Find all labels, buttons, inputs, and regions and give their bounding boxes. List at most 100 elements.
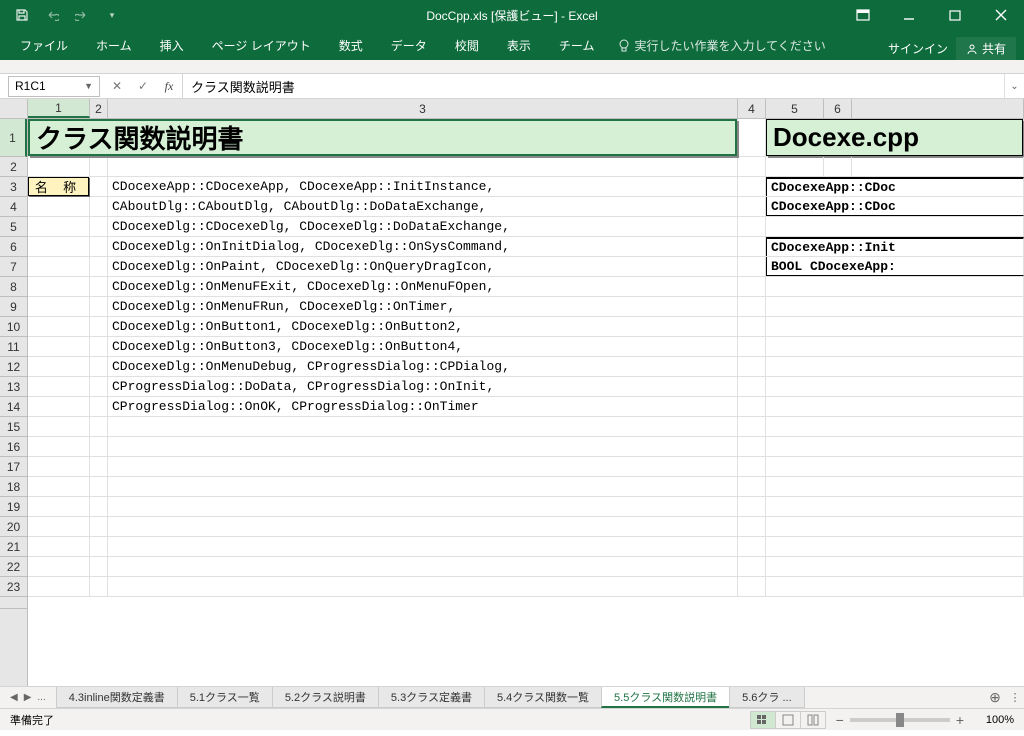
cell[interactable] — [28, 517, 90, 536]
right-content-cell[interactable]: CDocexeApp::Init — [766, 237, 1024, 256]
function-list-cell[interactable] — [108, 457, 738, 476]
tab-file[interactable]: ファイル — [6, 31, 82, 60]
right-content-cell[interactable] — [766, 217, 1024, 236]
column-header[interactable]: 2 — [90, 99, 108, 118]
cell[interactable] — [738, 457, 766, 476]
cell[interactable] — [852, 157, 1024, 176]
normal-view-button[interactable] — [750, 711, 776, 729]
tab-page-layout[interactable]: ページ レイアウト — [198, 31, 325, 60]
right-content-cell[interactable]: CDocexeApp::CDoc — [766, 197, 1024, 216]
right-content-cell[interactable] — [766, 557, 1024, 576]
right-content-cell[interactable] — [766, 477, 1024, 496]
qat-customize-button[interactable]: ▾ — [98, 3, 126, 27]
tab-review[interactable]: 校閲 — [441, 31, 493, 60]
row-header[interactable]: 21 — [0, 537, 27, 557]
sheet-tab[interactable]: 5.5クラス関数説明書 — [601, 687, 730, 708]
cell[interactable] — [28, 257, 90, 276]
cell[interactable] — [738, 397, 766, 416]
cell[interactable] — [28, 557, 90, 576]
tab-home[interactable]: ホーム — [82, 31, 146, 60]
sheet-tab[interactable]: 5.1クラス一覧 — [177, 687, 273, 708]
cell[interactable] — [28, 417, 90, 436]
cell[interactable] — [28, 377, 90, 396]
cell[interactable] — [90, 397, 108, 416]
cell[interactable] — [90, 357, 108, 376]
row-header[interactable]: 15 — [0, 417, 27, 437]
cell[interactable] — [738, 517, 766, 536]
cell[interactable] — [28, 157, 90, 176]
cell[interactable] — [108, 157, 738, 176]
cell[interactable] — [738, 537, 766, 556]
sheet-tab[interactable]: 5.6クラ ... — [729, 687, 805, 708]
cell[interactable] — [738, 277, 766, 296]
cell[interactable] — [90, 297, 108, 316]
cell[interactable] — [28, 437, 90, 456]
tab-team[interactable]: チーム — [545, 31, 609, 60]
cell[interactable] — [90, 177, 108, 196]
right-content-cell[interactable] — [766, 397, 1024, 416]
right-content-cell[interactable] — [766, 517, 1024, 536]
row-header[interactable]: 19 — [0, 497, 27, 517]
cell[interactable] — [90, 557, 108, 576]
cell[interactable] — [90, 537, 108, 556]
cell[interactable] — [28, 337, 90, 356]
row-header[interactable]: 22 — [0, 557, 27, 577]
right-content-cell[interactable]: CDocexeApp::CDoc — [766, 177, 1024, 196]
cell[interactable] — [28, 497, 90, 516]
sheet-nav-more[interactable]: ... — [35, 692, 47, 703]
cell[interactable] — [738, 177, 766, 196]
minimize-button[interactable] — [886, 0, 932, 30]
cell[interactable] — [738, 317, 766, 336]
zoom-slider[interactable] — [850, 718, 950, 722]
right-content-cell[interactable] — [766, 497, 1024, 516]
cell[interactable] — [90, 417, 108, 436]
cell[interactable] — [28, 277, 90, 296]
close-button[interactable] — [978, 0, 1024, 30]
function-list-cell[interactable] — [108, 477, 738, 496]
function-list-cell[interactable] — [108, 497, 738, 516]
function-list-cell[interactable]: CDocexeDlg::OnMenuDebug, CProgressDialog… — [108, 357, 738, 376]
right-content-cell[interactable] — [766, 457, 1024, 476]
function-list-cell[interactable] — [108, 517, 738, 536]
right-title-cell[interactable]: Docexe.cpp — [766, 119, 1024, 156]
zoom-level[interactable]: 100% — [970, 714, 1014, 726]
maximize-button[interactable] — [932, 0, 978, 30]
cell[interactable] — [738, 297, 766, 316]
row-header[interactable]: 20 — [0, 517, 27, 537]
function-list-cell[interactable]: CProgressDialog::DoData, CProgressDialog… — [108, 377, 738, 396]
redo-button[interactable] — [68, 3, 96, 27]
share-button[interactable]: 共有 — [956, 37, 1016, 60]
formula-input[interactable]: クラス関数説明書 — [183, 77, 1004, 96]
cell[interactable] — [28, 237, 90, 256]
function-list-cell[interactable]: CDocexeDlg::OnMenuFRun, CDocexeDlg::OnTi… — [108, 297, 738, 316]
save-button[interactable] — [8, 3, 36, 27]
sheet-tab[interactable]: 5.3クラス定義書 — [378, 687, 485, 708]
enter-formula-button[interactable]: ✓ — [130, 74, 156, 98]
tab-view[interactable]: 表示 — [493, 31, 545, 60]
row-header[interactable]: 8 — [0, 277, 27, 297]
right-content-cell[interactable] — [766, 317, 1024, 336]
insert-function-button[interactable]: fx — [156, 74, 182, 98]
function-list-cell[interactable]: CDocexeDlg::OnPaint, CDocexeDlg::OnQuery… — [108, 257, 738, 276]
sheet-tab[interactable]: 5.4クラス関数一覧 — [484, 687, 602, 708]
cell[interactable] — [738, 437, 766, 456]
expand-formula-bar-button[interactable]: ⌄ — [1004, 74, 1024, 98]
sign-in-link[interactable]: サインイン — [888, 40, 948, 57]
page-break-view-button[interactable] — [800, 711, 826, 729]
grid[interactable]: クラス関数説明書Docexe.cpp名 称CDocexeApp::CDocexe… — [28, 119, 1024, 686]
row-header[interactable]: 3 — [0, 177, 27, 197]
function-list-cell[interactable] — [108, 417, 738, 436]
cancel-formula-button[interactable]: ✕ — [104, 74, 130, 98]
row-header[interactable]: 10 — [0, 317, 27, 337]
right-content-cell[interactable] — [766, 417, 1024, 436]
ribbon-display-button[interactable] — [840, 0, 886, 30]
cell[interactable] — [738, 477, 766, 496]
cell[interactable] — [90, 237, 108, 256]
sheet-tab[interactable]: 5.2クラス説明書 — [272, 687, 379, 708]
column-header[interactable]: 6 — [824, 99, 852, 118]
cell[interactable] — [90, 277, 108, 296]
right-content-cell[interactable] — [766, 337, 1024, 356]
sheet-tabs-menu[interactable]: ⋮ — [1006, 691, 1024, 704]
right-content-cell[interactable] — [766, 577, 1024, 596]
cell[interactable] — [738, 217, 766, 236]
